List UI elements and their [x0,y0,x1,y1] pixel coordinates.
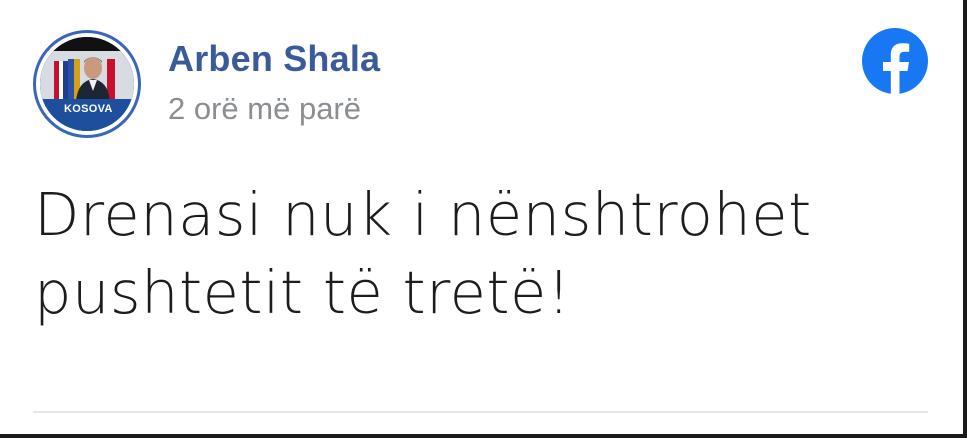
author-name[interactable]: Arben Shala [168,38,380,80]
avatar-badge-text: KOSOVA [64,103,113,115]
divider [33,411,928,413]
facebook-icon [862,28,928,96]
post-text: Drenasi nuk i nënshtrohet pushtetit të t… [34,176,934,332]
avatar[interactable]: KOSOVA [33,30,141,138]
post-text-line: Drenasi nuk i nënshtrohet [34,180,812,249]
post-text-line: pushtetit të tretë! [34,258,571,327]
avatar-photo: KOSOVA [40,37,134,131]
post-card: KOSOVA Arben Shala 2 orë më parë Drenasi… [0,0,963,434]
post-timestamp[interactable]: 2 orë më parë [168,91,361,127]
